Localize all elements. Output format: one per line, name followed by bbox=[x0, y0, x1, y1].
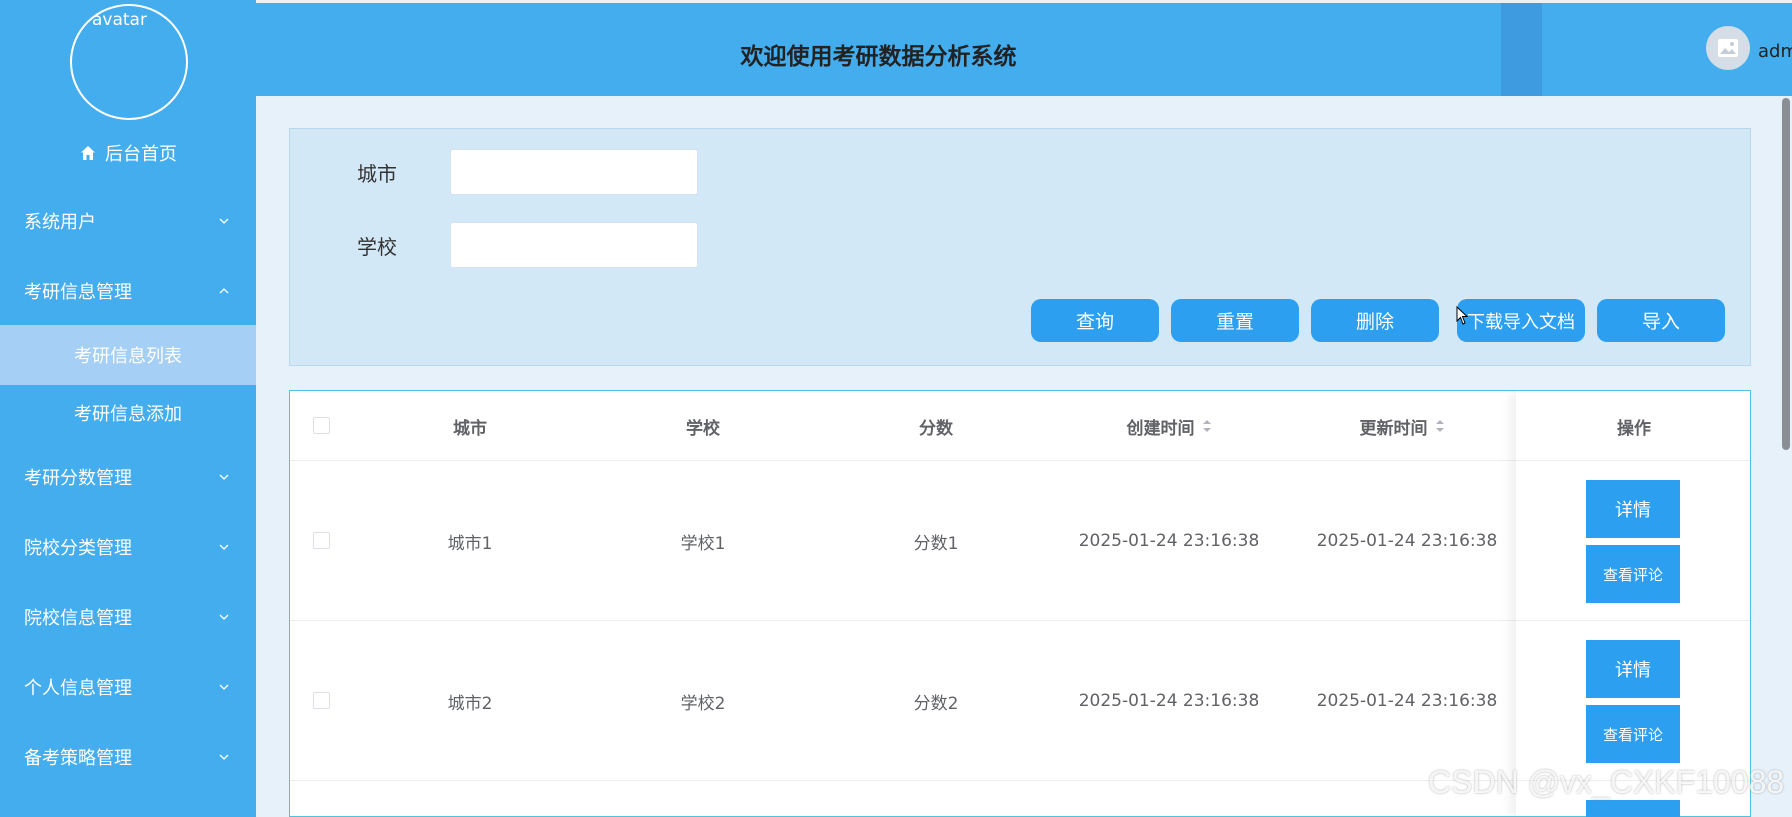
sidebar-item-personal-info[interactable]: 个人信息管理 bbox=[0, 657, 256, 717]
column-header-label: 更新时间 bbox=[1359, 418, 1428, 439]
chevron-down-icon bbox=[219, 218, 229, 224]
row-2-detail-button[interactable]: 详情 bbox=[1586, 640, 1680, 698]
cell-updated: 2025-01-24 23:16:38 bbox=[1316, 691, 1498, 711]
home-label: 后台首页 bbox=[105, 144, 177, 165]
download-template-button[interactable]: 下载导入文档 bbox=[1457, 299, 1585, 342]
sidebar: avatar 后台首页 系统用户 考研信息管理 考研信息列表 考研信息添加 考研… bbox=[0, 0, 256, 817]
row-1-view-comments-button[interactable]: 查看评论 bbox=[1586, 545, 1680, 603]
chevron-down-icon bbox=[219, 614, 229, 620]
school-input[interactable] bbox=[450, 222, 698, 268]
header-accent-strip bbox=[1501, 3, 1542, 96]
cell-updated: 2025-01-24 23:16:38 bbox=[1316, 531, 1498, 551]
sidebar-item-label: 院校分类管理 bbox=[24, 538, 132, 559]
chevron-up-icon bbox=[219, 288, 229, 294]
row-2-view-comments-button[interactable]: 查看评论 bbox=[1586, 705, 1680, 763]
home-icon bbox=[81, 146, 95, 160]
chevron-down-icon bbox=[219, 754, 229, 760]
column-header-label: 城市 bbox=[453, 418, 487, 439]
image-placeholder-icon bbox=[1718, 39, 1738, 57]
sidebar-subitem-label: 考研信息添加 bbox=[74, 404, 182, 425]
page-scrollbar[interactable] bbox=[1782, 98, 1790, 450]
sidebar-subitem-label: 考研信息列表 bbox=[74, 346, 182, 367]
mouse-cursor-icon bbox=[1456, 306, 1469, 325]
data-table: 城市 学校 分数 创建时间 更新时间 操作 城市1 学校1 分数1 2025-0… bbox=[289, 390, 1751, 817]
cell-city: 城市1 bbox=[447, 533, 493, 554]
sidebar-item-system-users[interactable]: 系统用户 bbox=[0, 191, 256, 251]
column-header-label: 创建时间 bbox=[1126, 418, 1195, 439]
cell-score: 分数1 bbox=[913, 533, 959, 554]
chevron-down-icon bbox=[219, 474, 229, 480]
cell-created: 2025-01-24 23:16:38 bbox=[1078, 531, 1260, 551]
chevron-down-icon bbox=[219, 684, 229, 690]
sort-icon[interactable] bbox=[1202, 418, 1212, 434]
cell-city: 城市2 bbox=[447, 693, 493, 714]
sidebar-item-label: 考研分数管理 bbox=[24, 468, 132, 489]
cell-created: 2025-01-24 23:16:38 bbox=[1078, 691, 1260, 711]
header-username[interactable]: admi bbox=[1758, 41, 1792, 62]
sidebar-item-score-management[interactable]: 考研分数管理 bbox=[0, 447, 256, 507]
sidebar-home-link[interactable]: 后台首页 bbox=[0, 140, 256, 166]
sort-icon[interactable] bbox=[1435, 418, 1445, 434]
column-header-updated[interactable]: 更新时间 bbox=[1302, 391, 1502, 461]
sidebar-item-label: 院校信息管理 bbox=[24, 608, 132, 629]
select-all-checkbox[interactable] bbox=[313, 417, 330, 434]
sidebar-item-school-category[interactable]: 院校分类管理 bbox=[0, 517, 256, 577]
cell-score: 分数2 bbox=[913, 693, 959, 714]
column-header-label: 分数 bbox=[919, 418, 953, 439]
school-label: 学校 bbox=[357, 235, 397, 259]
query-button[interactable]: 查询 bbox=[1031, 299, 1159, 342]
column-header-label: 学校 bbox=[686, 418, 720, 439]
chevron-down-icon bbox=[219, 544, 229, 550]
sidebar-item-label: 备考策略管理 bbox=[24, 748, 132, 769]
user-avatar[interactable] bbox=[1706, 26, 1750, 70]
page-title: 欢迎使用考研数据分析系统 bbox=[740, 44, 1017, 70]
sidebar-subitem-kaoyan-list[interactable]: 考研信息列表 bbox=[0, 325, 256, 385]
sidebar-item-school-info[interactable]: 院校信息管理 bbox=[0, 587, 256, 647]
reset-button[interactable]: 重置 bbox=[1171, 299, 1299, 342]
column-header-created[interactable]: 创建时间 bbox=[1069, 391, 1269, 461]
cell-school: 学校1 bbox=[680, 533, 726, 554]
sidebar-item-label: 考研信息管理 bbox=[24, 282, 132, 303]
top-header: 欢迎使用考研数据分析系统 admi bbox=[256, 0, 1792, 96]
sidebar-item-kaoyan-info[interactable]: 考研信息管理 bbox=[0, 261, 256, 321]
sidebar-item-strategy[interactable]: 备考策略管理 bbox=[0, 727, 256, 787]
cell-school: 学校2 bbox=[680, 693, 726, 714]
city-label: 城市 bbox=[357, 162, 397, 186]
import-button[interactable]: 导入 bbox=[1597, 299, 1725, 342]
delete-button[interactable]: 删除 bbox=[1311, 299, 1439, 342]
row-checkbox[interactable] bbox=[313, 692, 330, 709]
sidebar-item-label: 个人信息管理 bbox=[24, 678, 132, 699]
city-input[interactable] bbox=[450, 149, 698, 195]
avatar-alt-text: avatar bbox=[92, 10, 147, 30]
row-1-detail-button[interactable]: 详情 bbox=[1586, 480, 1680, 538]
sidebar-avatar[interactable]: avatar bbox=[70, 4, 188, 120]
column-header-school: 学校 bbox=[603, 391, 803, 461]
column-header-city: 城市 bbox=[370, 391, 570, 461]
sidebar-subitem-kaoyan-add[interactable]: 考研信息添加 bbox=[0, 383, 256, 443]
csdn-watermark: CSDN @vx_CXKF10088 bbox=[1428, 764, 1785, 800]
sidebar-item-label: 系统用户 bbox=[24, 212, 96, 233]
row-checkbox[interactable] bbox=[313, 532, 330, 549]
column-header-score: 分数 bbox=[836, 391, 1036, 461]
row-3-detail-button-partial[interactable] bbox=[1586, 800, 1680, 817]
